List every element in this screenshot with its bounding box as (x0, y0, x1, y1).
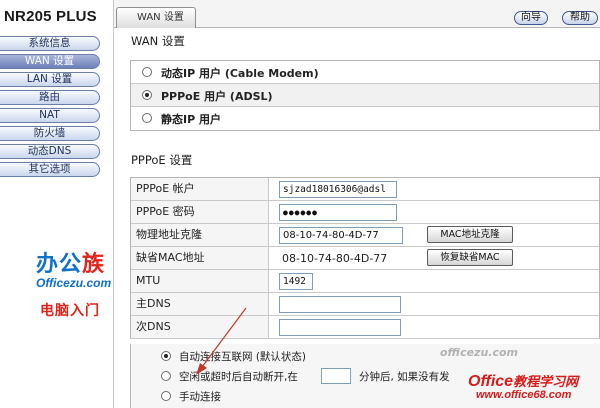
radio-static-ip[interactable] (142, 113, 152, 123)
secondary-dns-row: 次DNS (131, 316, 599, 339)
radio-label-static-ip: 静态IP 用户 (161, 113, 221, 126)
wan-mode-box: 动态IP 用户 (Cable Modem) PPPoE 用户 (ADSL) 静态… (130, 60, 600, 131)
sidebar-item-ddns[interactable]: 动态DNS (0, 144, 100, 159)
pppoe-password-row: PPPoE 密码 ●●●●●● (131, 201, 599, 224)
sidebar-menu: 系统信息 WAN 设置 LAN 设置 路由 NAT 防火墙 动态DNS 其它选项 (0, 36, 100, 180)
radio-connect-auto[interactable] (161, 351, 171, 361)
connect-idle-label-after: 分钟后, 如果没有发 (359, 371, 450, 383)
sidebar-item-nat[interactable]: NAT (0, 108, 100, 123)
radio-dynamic-ip[interactable] (142, 67, 152, 77)
connect-mode-area: 自动连接互联网 (默认状态) 空闲或超时后自动断开,在 分钟后, 如果没有发 手… (130, 344, 600, 408)
pppoe-password-label: PPPoE 密码 (131, 201, 269, 223)
pppoe-account-input[interactable]: sjzad18016306@adsl (279, 181, 397, 198)
mtu-input[interactable]: 1492 (279, 273, 313, 290)
mac-clone-input[interactable]: 08-10-74-80-4D-77 (279, 227, 403, 244)
default-mac-value: 08-10-74-80-4D-77 (282, 252, 388, 265)
main-panel: WAN 设置 动态IP 用户 (Cable Modem) PPPoE 用户 (A… (122, 28, 600, 408)
connect-manual-label: 手动连接 (179, 391, 221, 403)
wan-mode-pppoe[interactable]: PPPoE 用户 (ADSL) (131, 84, 599, 107)
device-model-title: NR205 PLUS (4, 8, 97, 25)
pppoe-form: PPPoE 帐户 sjzad18016306@adsl PPPoE 密码 ●●●… (130, 177, 600, 339)
connect-idle-label-before: 空闲或超时后自动断开,在 (179, 371, 298, 383)
pppoe-account-row: PPPoE 帐户 sjzad18016306@adsl (131, 178, 599, 201)
officezu-logo: 办公族 Officezu.com (36, 246, 111, 290)
default-mac-label: 缺省MAC地址 (131, 247, 269, 269)
pppoe-password-input[interactable]: ●●●●●● (279, 204, 397, 221)
primary-dns-input[interactable] (279, 296, 401, 313)
mac-clone-button[interactable]: MAC地址克隆 (427, 226, 513, 243)
sidebar-item-other-options[interactable]: 其它选项 (0, 162, 100, 177)
wan-section-title: WAN 设置 (131, 34, 185, 48)
logo-url: Officezu.com (36, 276, 112, 290)
guide-button[interactable]: 向导 (514, 11, 548, 25)
radio-connect-idle[interactable] (161, 371, 171, 381)
sidebar: NR205 PLUS 系统信息 WAN 设置 LAN 设置 路由 NAT 防火墙… (0, 0, 114, 408)
help-button[interactable]: 帮助 (562, 11, 598, 25)
primary-dns-label: 主DNS (131, 293, 269, 315)
pppoe-account-label: PPPoE 帐户 (131, 178, 269, 200)
secondary-dns-input[interactable] (279, 319, 401, 336)
logo-text-blue: 办公 (36, 252, 83, 277)
top-tab-bar: WAN 设置 向导 帮助 (114, 0, 600, 28)
idle-minutes-input[interactable] (321, 368, 351, 384)
logo-subtitle: 电脑入门 (40, 303, 100, 319)
mac-clone-label: 物理地址克隆 (131, 224, 269, 246)
radio-pppoe[interactable] (142, 90, 152, 100)
sidebar-item-wan-settings[interactable]: WAN 设置 (0, 54, 100, 69)
primary-dns-row: 主DNS (131, 293, 599, 316)
mtu-label: MTU (131, 270, 269, 292)
default-mac-row: 缺省MAC地址 08-10-74-80-4D-77 恢复缺省MAC (131, 247, 599, 270)
secondary-dns-label: 次DNS (131, 316, 269, 338)
sidebar-item-lan-settings[interactable]: LAN 设置 (0, 72, 100, 87)
tab-wan-settings[interactable]: WAN 设置 (116, 7, 196, 28)
wan-mode-static-ip[interactable]: 静态IP 用户 (131, 107, 599, 130)
radio-label-dynamic-ip: 动态IP 用户 (Cable Modem) (161, 67, 319, 80)
radio-label-pppoe: PPPoE 用户 (ADSL) (161, 90, 273, 103)
sidebar-item-routing[interactable]: 路由 (0, 90, 100, 105)
mtu-row: MTU 1492 (131, 270, 599, 293)
logo-text-red: 族 (82, 252, 106, 277)
radio-connect-manual[interactable] (161, 391, 171, 401)
restore-default-mac-button[interactable]: 恢复缺省MAC (427, 249, 513, 266)
sidebar-item-system-info[interactable]: 系统信息 (0, 36, 100, 51)
mac-clone-row: 物理地址克隆 08-10-74-80-4D-77 MAC地址克隆 (131, 224, 599, 247)
wan-mode-dynamic-ip[interactable]: 动态IP 用户 (Cable Modem) (131, 61, 599, 84)
sidebar-item-firewall[interactable]: 防火墙 (0, 126, 100, 141)
connect-auto-label: 自动连接互联网 (默认状态) (179, 351, 307, 363)
pppoe-section-title: PPPoE 设置 (131, 153, 193, 167)
